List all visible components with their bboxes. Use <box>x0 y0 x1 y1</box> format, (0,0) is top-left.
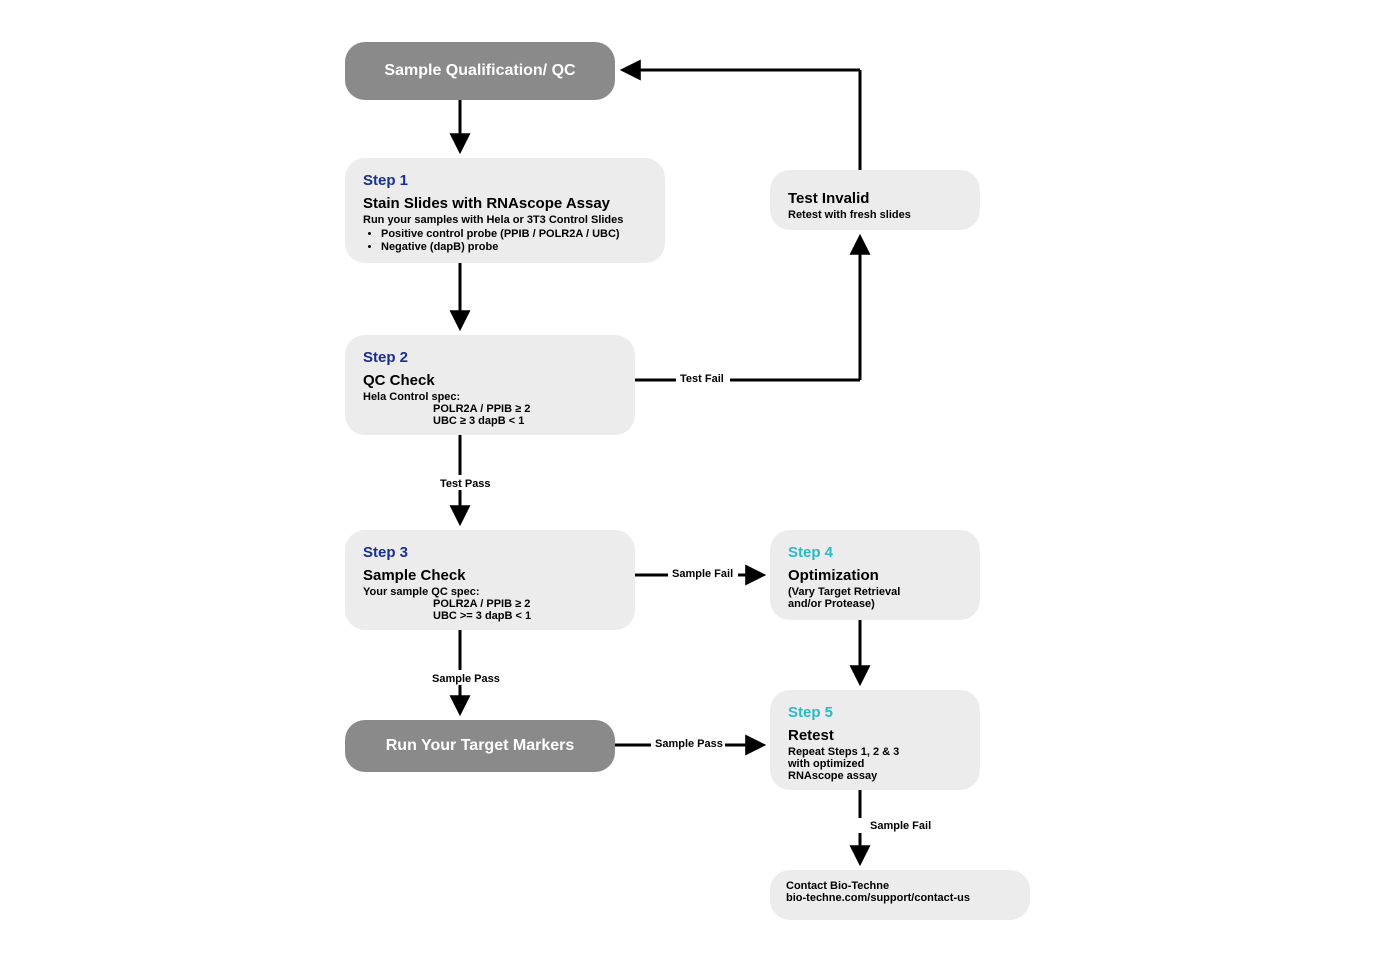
run-target-title: Run Your Target Markers <box>386 737 575 755</box>
step1-sub: Run your samples with Hela or 3T3 Contro… <box>363 214 647 226</box>
node-test-invalid: Test Invalid Retest with fresh slides <box>770 170 980 230</box>
step2-spec2: UBC ≥ 3 dapB < 1 <box>363 415 617 427</box>
step3-spec2: UBC >= 3 dapB < 1 <box>363 610 617 622</box>
step4-label: Step 4 <box>788 544 962 561</box>
step4-sub1: (Vary Target Retrieval <box>788 586 962 598</box>
step1-bullet-2: Negative (dapB) probe <box>381 241 647 253</box>
node-run-target: Run Your Target Markers <box>345 720 615 772</box>
contact-line2: bio-techne.com/support/contact-us <box>786 892 1014 904</box>
node-step4: Step 4 Optimization (Vary Target Retriev… <box>770 530 980 620</box>
contact-line1: Contact Bio-Techne <box>786 880 1014 892</box>
step5-sub3: RNAscope assay <box>788 770 962 782</box>
step5-label: Step 5 <box>788 704 962 721</box>
node-step5: Step 5 Retest Repeat Steps 1, 2 & 3 with… <box>770 690 980 790</box>
invalid-title: Test Invalid <box>788 190 962 207</box>
node-step3: Step 3 Sample Check Your sample QC spec:… <box>345 530 635 630</box>
label-sample-fail: Sample Fail <box>672 568 733 580</box>
step2-spec1: POLR2A / PPIB ≥ 2 <box>363 403 617 415</box>
label-sample-pass: Sample Pass <box>432 673 500 685</box>
step2-label: Step 2 <box>363 349 617 366</box>
label-sample-fail-2: Sample Fail <box>870 820 931 832</box>
step3-title: Sample Check <box>363 567 617 584</box>
step4-sub2: and/or Protease) <box>788 598 962 610</box>
label-test-pass: Test Pass <box>440 478 491 490</box>
label-test-fail: Test Fail <box>680 373 724 385</box>
step3-sub: Your sample QC spec: <box>363 586 617 598</box>
step1-bullet-1: Positive control probe (PPIB / POLR2A / … <box>381 228 647 240</box>
step4-title: Optimization <box>788 567 962 584</box>
step5-title: Retest <box>788 727 962 744</box>
node-sample-qualification: Sample Qualification/ QC <box>345 42 615 100</box>
step1-title: Stain Slides with RNAscope Assay <box>363 195 647 212</box>
step3-label: Step 3 <box>363 544 617 561</box>
step5-sub2: with optimized <box>788 758 962 770</box>
step3-spec1: POLR2A / PPIB ≥ 2 <box>363 598 617 610</box>
step1-label: Step 1 <box>363 172 647 189</box>
node-start-title: Sample Qualification/ QC <box>384 62 575 80</box>
node-step2: Step 2 QC Check Hela Control spec: POLR2… <box>345 335 635 435</box>
step2-title: QC Check <box>363 372 617 389</box>
flow-arrows <box>0 0 1384 960</box>
node-step1: Step 1 Stain Slides with RNAscope Assay … <box>345 158 665 263</box>
step5-sub1: Repeat Steps 1, 2 & 3 <box>788 746 962 758</box>
label-sample-pass-2: Sample Pass <box>655 738 723 750</box>
step2-sub: Hela Control spec: <box>363 391 617 403</box>
step1-bullets: Positive control probe (PPIB / POLR2A / … <box>363 228 647 253</box>
node-contact: Contact Bio-Techne bio-techne.com/suppor… <box>770 870 1030 920</box>
invalid-sub: Retest with fresh slides <box>788 209 962 221</box>
